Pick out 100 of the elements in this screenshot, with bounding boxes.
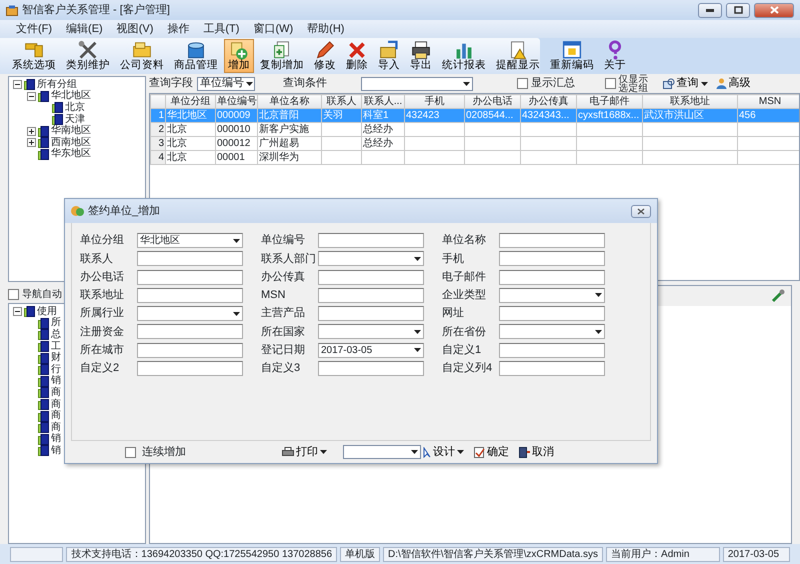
- toolbar-button[interactable]: 导入: [374, 39, 404, 73]
- toolbar-button[interactable]: 导出: [406, 39, 436, 73]
- tree-item[interactable]: 销: [51, 446, 61, 456]
- menu-item[interactable]: 编辑(E): [66, 20, 103, 38]
- menu-item[interactable]: 窗口(W): [253, 20, 294, 38]
- toolbar-button[interactable]: 公司资料: [116, 39, 168, 73]
- checkbox[interactable]: [604, 78, 616, 89]
- table-row[interactable]: 4 北京 00001 深圳华为: [150, 150, 799, 164]
- menu-item[interactable]: 工具(T): [203, 20, 240, 38]
- print-button[interactable]: 打印: [280, 444, 329, 460]
- tree-item[interactable]: 所有分组: [37, 80, 77, 90]
- collapse-icon[interactable]: [13, 307, 22, 316]
- column-header[interactable]: MSN: [738, 94, 799, 108]
- tools-icon[interactable]: [771, 289, 785, 303]
- tree-item[interactable]: 华南地区: [51, 126, 91, 136]
- tree-item[interactable]: 行: [51, 364, 61, 375]
- design-button[interactable]: 设计: [421, 444, 466, 460]
- tree-item[interactable]: 商: [51, 388, 61, 398]
- ok-button[interactable]: 确定: [472, 444, 511, 460]
- input-field[interactable]: [137, 251, 243, 266]
- collapse-icon[interactable]: [27, 92, 36, 101]
- menu-item[interactable]: 帮助(H): [307, 20, 344, 38]
- maximize-button[interactable]: [726, 2, 750, 18]
- table-row[interactable]: 2 北京 000010 新客户实施 总经办: [150, 122, 799, 136]
- menu-item[interactable]: 操作: [167, 20, 190, 38]
- dropdown-field[interactable]: [318, 251, 424, 266]
- tree-item[interactable]: 北京: [65, 102, 85, 113]
- checkbox[interactable]: [125, 446, 136, 458]
- column-header[interactable]: 联系地址: [642, 94, 738, 108]
- checkbox[interactable]: [517, 78, 528, 89]
- minimize-button[interactable]: [698, 2, 722, 18]
- input-field[interactable]: [318, 270, 424, 285]
- toolbar-button[interactable]: 系统选项: [8, 39, 60, 73]
- column-header[interactable]: 办公传真: [520, 94, 576, 108]
- tree-item[interactable]: 商: [51, 400, 61, 410]
- dropdown-field[interactable]: [137, 306, 243, 322]
- expand-icon[interactable]: [27, 126, 36, 136]
- collapse-icon[interactable]: [13, 80, 22, 90]
- dropdown-field[interactable]: [499, 288, 605, 303]
- query-field-select[interactable]: 单位编号: [197, 76, 255, 90]
- tree-item[interactable]: 财: [51, 353, 61, 364]
- column-header[interactable]: 联系人: [322, 94, 362, 108]
- toolbar-button[interactable]: 增加: [224, 39, 254, 73]
- input-field[interactable]: [499, 306, 605, 322]
- toolbar-button[interactable]: 关于: [600, 39, 630, 73]
- input-field[interactable]: [499, 233, 605, 248]
- column-header[interactable]: 单位分组: [166, 94, 216, 108]
- close-button[interactable]: [754, 2, 794, 18]
- close-button[interactable]: [631, 204, 651, 218]
- input-field[interactable]: [499, 361, 605, 376]
- tree-item[interactable]: 销: [51, 376, 61, 386]
- cancel-button[interactable]: 取消: [517, 444, 556, 460]
- input-field[interactable]: [318, 306, 424, 322]
- toolbar-button[interactable]: 统计报表: [438, 39, 490, 73]
- advanced-button[interactable]: 高级: [714, 75, 752, 92]
- dropdown-field[interactable]: [499, 324, 605, 340]
- toolbar-button[interactable]: 修改: [310, 39, 340, 73]
- toolbar-button[interactable]: 删除: [342, 39, 372, 73]
- tree-item[interactable]: 商: [51, 422, 61, 433]
- column-header[interactable]: 联系人...: [362, 94, 404, 108]
- input-field[interactable]: [499, 342, 605, 358]
- checkbox[interactable]: [8, 289, 19, 300]
- tree-item[interactable]: 西南地区: [51, 138, 91, 148]
- dropdown-field[interactable]: [318, 324, 424, 340]
- column-header[interactable]: 单位编号: [216, 94, 258, 108]
- input-field[interactable]: [137, 324, 243, 340]
- dropdown-field[interactable]: [343, 445, 421, 459]
- query-condition-select[interactable]: [361, 76, 473, 90]
- menu-item[interactable]: 文件(F): [16, 20, 52, 38]
- input-field[interactable]: [137, 342, 243, 358]
- dropdown-field[interactable]: 2017-03-05: [318, 342, 424, 358]
- toolbar-button[interactable]: 重新编码: [546, 39, 598, 73]
- input-field[interactable]: [499, 251, 605, 266]
- column-header[interactable]: 电子邮件: [576, 94, 642, 108]
- input-field[interactable]: [318, 233, 424, 248]
- tree-item[interactable]: 总: [51, 330, 61, 340]
- tree-item[interactable]: 使用: [37, 306, 57, 317]
- tree-item[interactable]: 天津: [65, 114, 85, 125]
- input-field[interactable]: [499, 270, 605, 285]
- column-header[interactable]: 办公电话: [464, 94, 520, 108]
- table-row[interactable]: 3 北京 000012 广州超易 总经办: [150, 136, 799, 150]
- toolbar-button[interactable]: 提醒显示: [492, 39, 544, 73]
- toolbar-button[interactable]: 商品管理: [170, 39, 222, 73]
- tree-item[interactable]: 销: [51, 434, 61, 444]
- tree-item[interactable]: 所: [51, 318, 61, 328]
- menu-item[interactable]: 视图(V): [116, 20, 154, 38]
- expand-icon[interactable]: [27, 138, 36, 148]
- dropdown-field[interactable]: 华北地区: [137, 233, 243, 248]
- input-field[interactable]: [318, 288, 424, 303]
- input-field[interactable]: [137, 361, 243, 376]
- tree-item[interactable]: 华东地区: [51, 149, 91, 160]
- column-header[interactable]: 单位名称: [258, 94, 322, 108]
- tree-item[interactable]: 华北地区: [51, 91, 91, 102]
- toolbar-button[interactable]: 类别维护: [62, 39, 114, 73]
- tree-item[interactable]: 工: [51, 342, 61, 352]
- toolbar-button[interactable]: 复制增加: [256, 39, 308, 73]
- input-field[interactable]: [137, 288, 243, 303]
- search-button[interactable]: 查询: [660, 75, 710, 92]
- column-header[interactable]: 手机: [404, 94, 464, 108]
- tree-item[interactable]: 商: [51, 411, 61, 422]
